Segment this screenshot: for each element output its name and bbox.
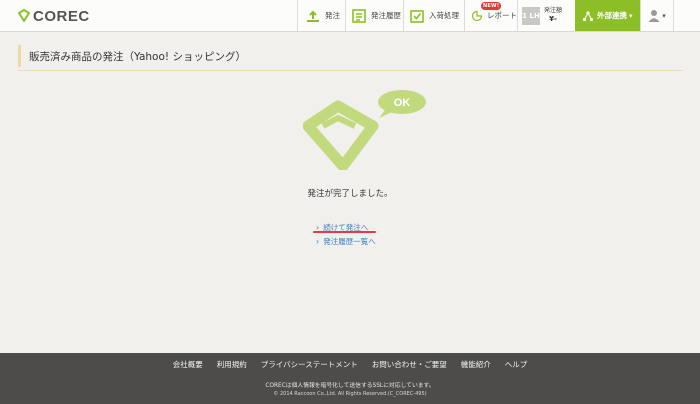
logo-icon [18,9,30,22]
external-link-menu[interactable]: 外部連携 ▾ [575,0,640,31]
copyright: © 2014 Raccoon Co.,Ltd. All Rights Reser… [273,391,427,397]
checkbox-icon [410,9,424,23]
completion-message: 発注が完了しました。 [307,189,393,199]
footer-link-terms[interactable]: 利用規約 [217,359,247,370]
page-title: 販売済み商品の発注（Yahoo! ショッピング） [18,45,246,67]
ssl-note: CORECは個人情報を暗号化して送信するSSLに対応しています。 [265,383,435,389]
ok-diamond-illustration: OK [303,90,426,170]
nav-report-label: レポート [487,11,517,20]
logo-text: COREC [33,7,90,25]
chart-icon [471,10,483,21]
divider [18,70,683,71]
footer-link-help[interactable]: ヘルプ [505,359,528,370]
nav-order-history-label: 発注履歴 [371,11,401,20]
footer-link-features[interactable]: 機能紹介 [461,359,491,370]
order-amount-value: ¥- [549,15,557,23]
logo[interactable]: COREC [17,7,90,25]
list-icon [352,8,366,23]
order-history-label: 発注履歴一覧へ [323,237,376,246]
footer: 会社概要 利用規約 プライバシーステートメント お問い合わせ・ご要望 機能紹介 … [0,353,700,404]
user-menu[interactable]: ▾ [640,0,674,31]
highlight-underline [313,231,376,233]
network-icon [582,10,594,21]
nav-order-history[interactable]: 発注履歴 [345,0,403,31]
order-amount-label: 発注額 [544,7,563,14]
chevron-right-icon: › [316,237,320,246]
footer-link-privacy[interactable]: プライバシーステートメント [261,359,358,370]
user-icon [648,10,660,22]
new-badge: NEW! [481,2,502,10]
order-icon [307,10,319,22]
order-count: 1 LH [522,6,540,25]
nav-receive[interactable]: 入荷処理 [403,0,464,31]
footer-links: 会社概要 利用規約 プライバシーステートメント お問い合わせ・ご要望 機能紹介 … [0,359,700,370]
nav-receive-label: 入荷処理 [429,11,459,20]
nav-order-label: 発注 [325,11,340,20]
caret-down-icon: ▾ [629,11,633,20]
footer-link-contact[interactable]: お問い合わせ・ご要望 [372,359,447,370]
footer-link-company[interactable]: 会社概要 [173,359,203,370]
order-history-link[interactable]: › 発注履歴一覧へ [316,236,376,247]
nav-order[interactable]: 発注 [297,0,345,31]
order-amount-box[interactable]: 1 LH 発注額 ¥- [517,0,575,31]
external-link-label: 外部連携 [597,11,627,20]
ok-bubble-text: OK [394,97,411,109]
top-header: COREC 発注 発注履歴 入荷処理 レポート NEW! 1 LH 発注額 ¥- [0,0,700,32]
caret-down-icon: ▾ [662,11,666,20]
